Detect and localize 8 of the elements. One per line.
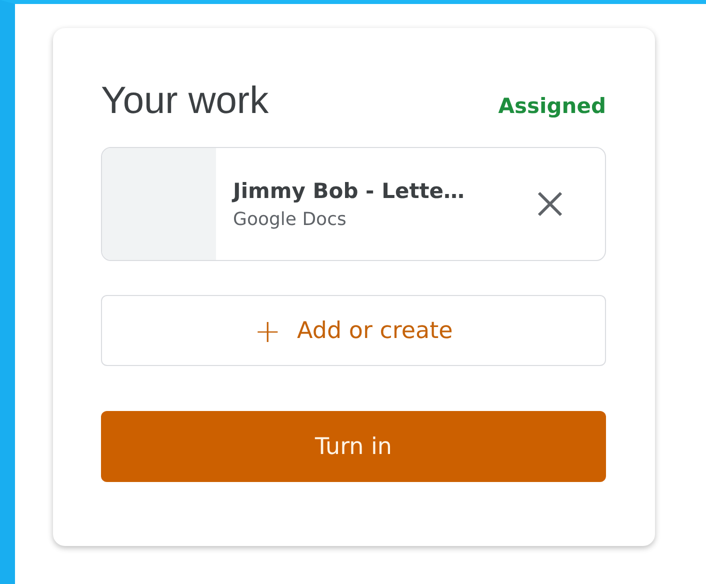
close-icon[interactable]: [537, 191, 563, 217]
status-label: Assigned: [498, 94, 606, 118]
attachment-title: Jimmy Bob - Lette…: [233, 178, 466, 202]
turn-in-button[interactable]: Turn in: [101, 411, 606, 482]
card-title: Your work: [101, 80, 269, 123]
add-or-create-button[interactable]: + Add or create: [101, 295, 606, 366]
attachment-card[interactable]: Jimmy Bob - Lette… Google Docs: [101, 147, 606, 261]
attachment-type: Google Docs: [233, 208, 348, 230]
